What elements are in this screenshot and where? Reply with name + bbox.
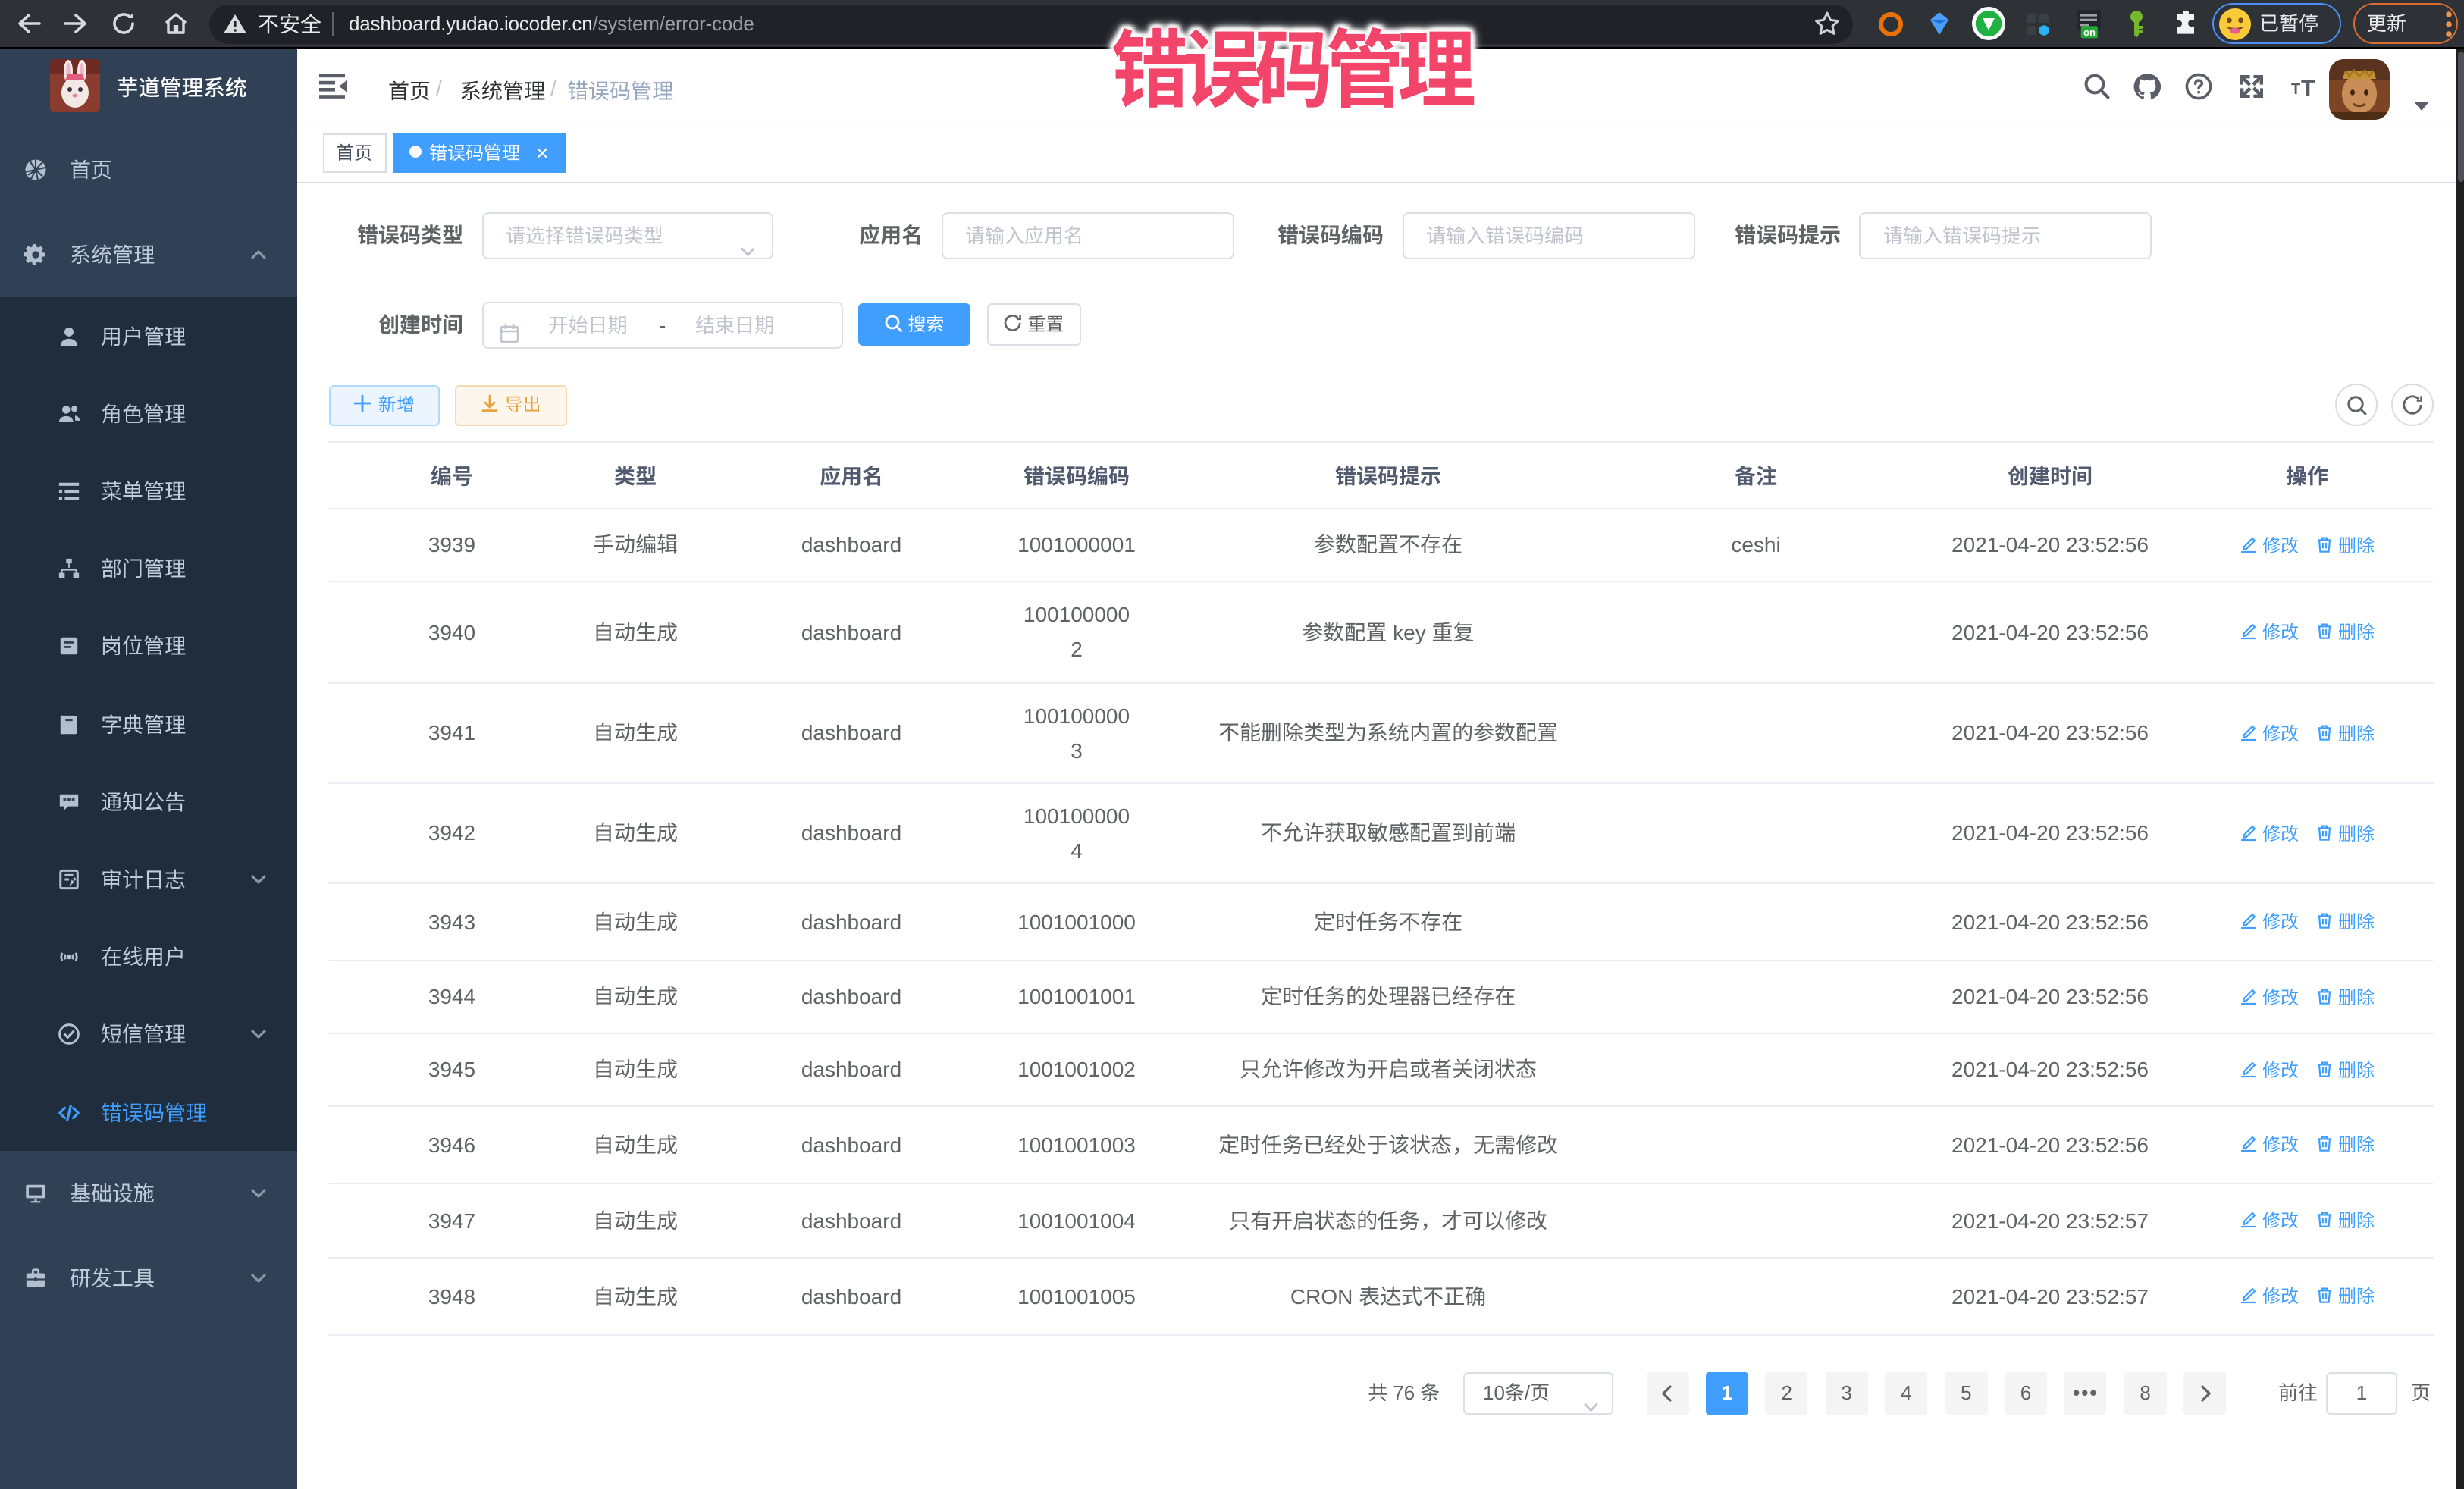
- svg-text:T: T: [2301, 77, 2315, 102]
- svg-text:on: on: [2083, 27, 2096, 38]
- svg-text:T: T: [2291, 82, 2300, 99]
